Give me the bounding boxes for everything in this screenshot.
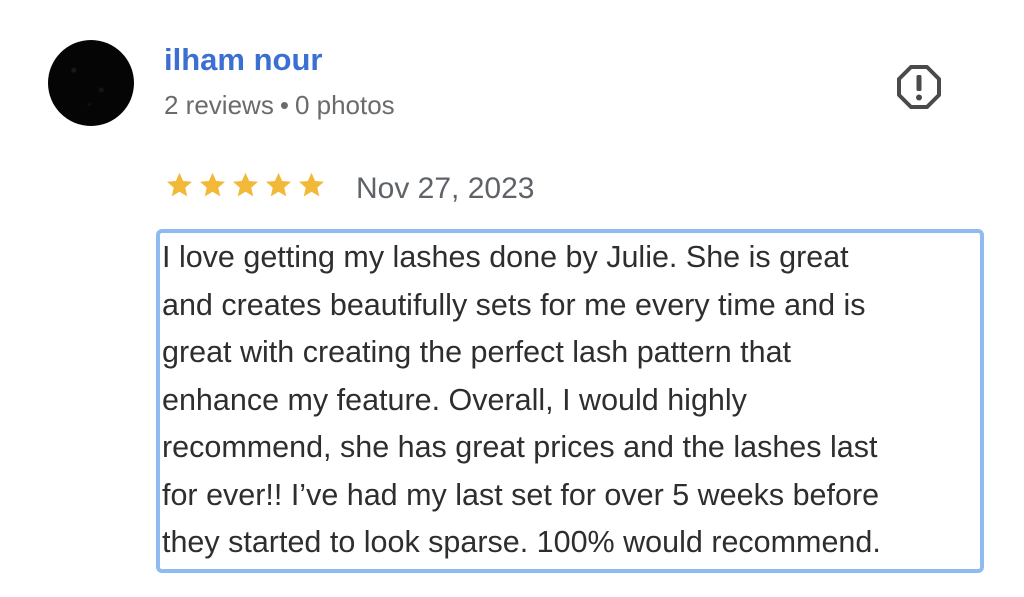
author-meta: 2 reviews • 0 photos (164, 88, 395, 122)
star-icon (164, 170, 195, 200)
reviews-count: 2 reviews (164, 90, 274, 120)
star-rating (164, 170, 327, 200)
author-name[interactable]: ilham nour (164, 40, 322, 80)
star-icon (263, 170, 294, 200)
report-button[interactable] (896, 64, 942, 110)
review-card: ilham nour 2 reviews • 0 photos Nov 27, 20… (0, 0, 1024, 597)
avatar[interactable] (48, 40, 134, 126)
star-icon (230, 170, 261, 200)
report-flag-icon (897, 65, 941, 109)
star-icon (197, 170, 228, 200)
review-text: I love getting my lashes done by Julie. … (162, 240, 881, 559)
star-icon (296, 170, 327, 200)
meta-separator: • (279, 90, 289, 120)
photos-count: 0 photos (294, 90, 395, 120)
review-date: Nov 27, 2023 (356, 172, 535, 205)
